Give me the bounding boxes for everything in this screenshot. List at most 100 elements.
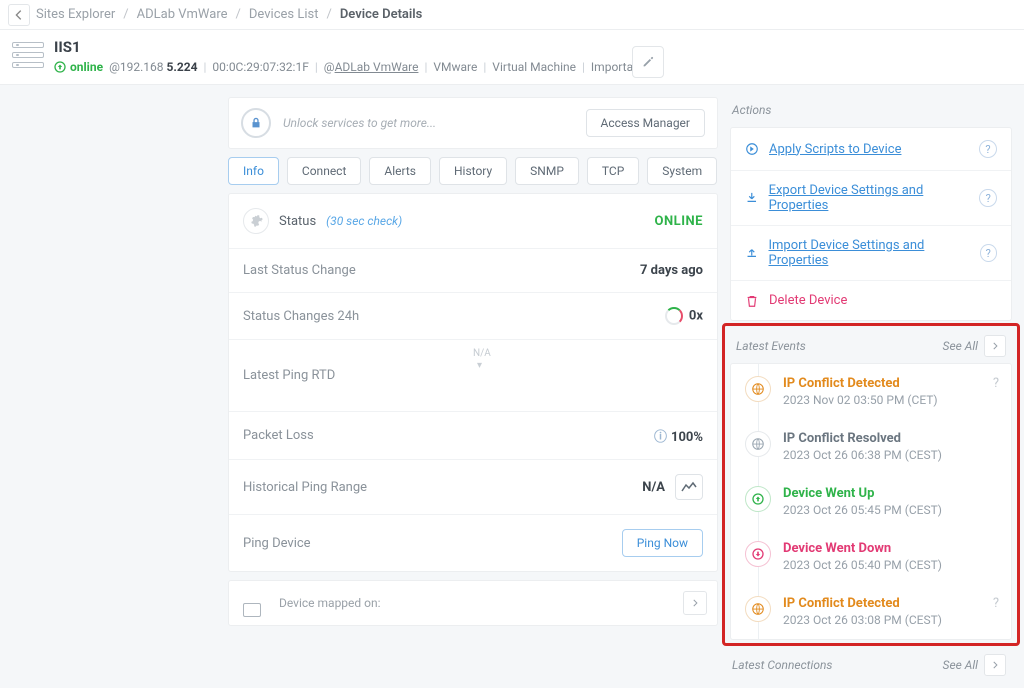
action-import[interactable]: Import Device Settings and Properties [745,238,980,268]
help-icon[interactable]: ? [979,189,997,207]
connections-see-all[interactable]: See All [943,658,978,672]
device-site[interactable]: @ADLab VmWare [324,60,419,74]
unlock-banner: Unlock services to get more... Access Ma… [228,97,718,149]
last-change-label: Last Status Change [243,263,356,278]
device-mac: 00:0C:29:07:32:1F [212,60,308,74]
upload-icon [745,246,759,260]
crumb-devices[interactable]: Devices List [249,7,319,22]
latest-ping-label: Latest Ping RTD [243,368,335,383]
changes24-value: 0x [665,307,703,325]
event-help-icon[interactable]: ? [993,596,999,627]
event-row[interactable]: Device Went Down 2023 Oct 26 05:40 PM (CE… [731,529,1011,584]
device-header: IIS1 online @192.168 5.224 | 00:0C:29:07… [0,30,1024,85]
chevron-right-icon [990,660,1000,670]
download-icon [745,191,759,205]
main-column: Unlock services to get more... Access Ma… [228,97,718,626]
gear-icon[interactable] [243,208,269,234]
crumb-sep: / [326,7,331,22]
device-name: IIS1 [54,38,644,56]
events-see-all[interactable]: See All [943,339,978,353]
event-icon [745,376,771,402]
events-card: IP Conflict Detected 2023 Nov 02 03:50 PM… [730,363,1012,640]
mapped-card: Device mapped on: [228,580,718,626]
changes24-label: Status Changes 24h [243,309,359,324]
chevron-right-icon [990,341,1000,351]
crumb-sep: / [236,7,241,22]
event-row[interactable]: Device Went Up 2023 Oct 26 05:45 PM (CEST… [731,474,1011,529]
connections-title: Latest Connections [732,658,832,672]
device-vendor: VMware [433,60,477,74]
hist-range-value: N/A [642,480,665,495]
breadcrumb-bar: Sites Explorer / ADLab VmWare / Devices … [0,0,1024,30]
server-icon [12,42,44,68]
tab-info[interactable]: Info [228,157,279,185]
event-time: 2023 Oct 26 05:40 PM (CEST) [783,558,942,572]
access-manager-button[interactable]: Access Manager [586,109,705,137]
tab-connect[interactable]: Connect [287,157,361,185]
tab-bar: Info Connect Alerts History SNMP TCP Sys… [228,157,718,185]
back-button[interactable] [8,4,30,26]
chevron-left-icon [12,8,26,22]
help-icon[interactable]: ? [980,244,997,262]
crumb-site[interactable]: ADLab VmWare [137,7,228,22]
events-title: Latest Events [736,339,806,353]
status-label: Status [279,214,316,229]
event-time: 2023 Oct 26 05:45 PM (CEST) [783,503,942,517]
last-change-value: 7 days ago [640,263,703,278]
side-column: Actions Apply Scripts to Device ? Export… [730,97,1012,676]
crumb-sep: / [123,7,128,22]
tab-alerts[interactable]: Alerts [369,157,431,185]
crumb-current: Device Details [340,7,423,22]
event-row[interactable]: IP Conflict Detected2023 Nov 02 03:50 PM… [731,364,1011,419]
event-time: 2023 Nov 02 03:50 PM (CET) [783,393,938,407]
event-time: 2023 Oct 26 03:08 PM (CEST) [783,613,942,627]
event-title: Device Went Up [783,486,942,501]
status-card: Status (30 sec check) ONLINE Last Status… [228,193,718,572]
crumb-sites[interactable]: Sites Explorer [36,7,115,22]
chevron-right-icon [690,598,700,608]
mapped-expand[interactable] [683,591,707,615]
event-icon [745,596,771,622]
map-icon [243,603,261,617]
tab-snmp[interactable]: SNMP [515,157,579,185]
status-chip: online [54,60,103,74]
mapped-label: Device mapped on: [279,596,381,610]
actions-card: Apply Scripts to Device ? Export Device … [730,127,1012,321]
event-icon [745,541,771,567]
status-value: ONLINE [655,214,703,229]
event-help-icon[interactable]: ? [993,376,999,407]
action-delete[interactable]: Delete Device [745,293,847,308]
chart-line-icon [681,481,697,493]
edit-button[interactable] [632,46,664,78]
action-export[interactable]: Export Device Settings and Properties [745,183,979,213]
event-icon [745,431,771,457]
ping-now-button[interactable]: Ping Now [622,529,703,557]
device-type: Virtual Machine [492,60,576,74]
script-icon [745,142,759,156]
event-title: IP Conflict Detected [783,596,942,611]
trash-icon [745,294,759,308]
events-expand[interactable] [984,335,1006,357]
help-icon[interactable]: ? [979,140,997,158]
up-arrow-icon [54,61,66,73]
tab-history[interactable]: History [439,157,507,185]
hist-range-label: Historical Ping Range [243,480,367,495]
event-row[interactable]: IP Conflict Detected 2023 Oct 26 03:08 PM… [731,584,1011,639]
packet-loss-value: ⓘ100% [654,426,703,445]
caret-down-icon: ▾ [477,360,482,371]
lock-icon [241,108,271,138]
event-row[interactable]: IP Conflict Resolved2023 Oct 26 06:38 PM… [731,419,1011,474]
status-interval: (30 sec check) [326,214,402,228]
event-title: Device Went Down [783,541,942,556]
event-time: 2023 Oct 26 06:38 PM (CEST) [783,448,942,462]
tab-tcp[interactable]: TCP [587,157,639,185]
connections-expand[interactable] [984,654,1006,676]
chart-button[interactable] [675,474,703,500]
actions-title: Actions [730,97,1012,119]
tab-system[interactable]: System [647,157,717,185]
action-apply-scripts[interactable]: Apply Scripts to Device [745,142,901,157]
device-ip: @192.168 5.224 [109,60,197,74]
event-icon [745,486,771,512]
latest-ping-na: N/A [473,348,491,359]
info-icon: ⓘ [654,430,667,445]
